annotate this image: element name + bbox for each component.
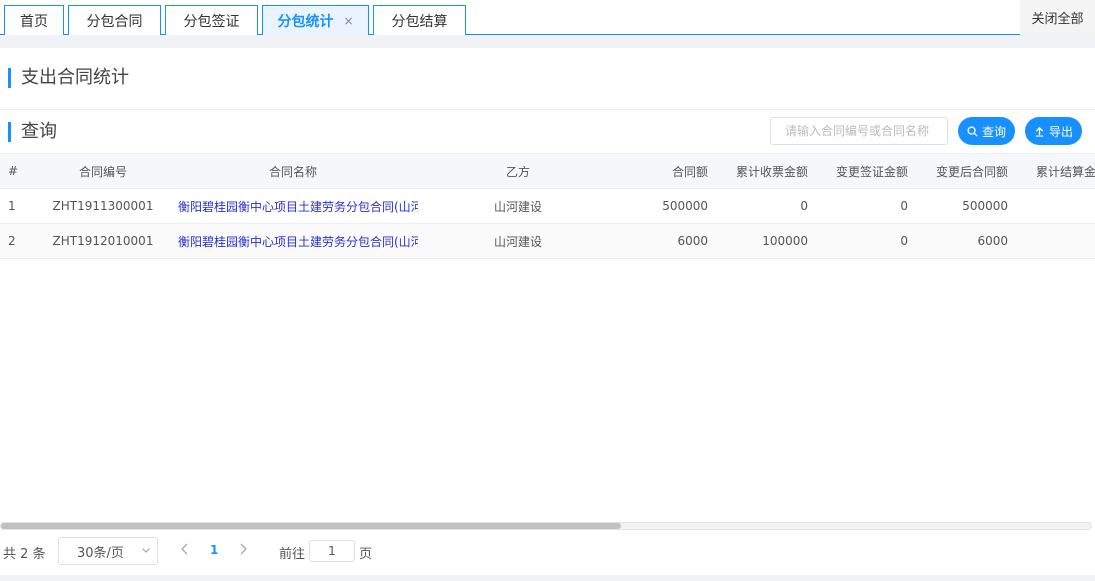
upload-icon <box>1035 126 1044 137</box>
party-b: 山河建设 <box>493 199 542 214</box>
after-change-amount: 6000 <box>977 234 1008 248</box>
tab-subcontract[interactable]: 分包合同 <box>68 5 161 35</box>
contract-amount: 500000 <box>662 199 708 213</box>
contract-name-link[interactable]: 衡阳碧桂园衡中心项目土建劳务分包合同(山河 <box>178 189 418 223</box>
contract-code: ZHT1911300001 <box>52 199 154 213</box>
goto-page-input[interactable] <box>309 540 355 562</box>
scrollbar-thumb[interactable] <box>1 523 621 529</box>
divider <box>0 109 1095 110</box>
chevron-down-icon <box>141 544 151 558</box>
horizontal-scrollbar[interactable] <box>0 522 1092 530</box>
goto-suffix: 页 <box>359 547 373 562</box>
table-row[interactable]: 2 ZHT1912010001 衡阳碧桂园衡中心项目土建劳务分包合同(山河 山河… <box>0 224 1095 259</box>
column-header: 累计收票金额 <box>735 164 808 179</box>
data-table: # 合同编号 合同名称 乙方 合同额 累计收票金额 变更签证金额 变更后合同额 … <box>0 153 1095 259</box>
column-header: 累计结算金 <box>1036 164 1095 179</box>
column-header: 变更后合同额 <box>935 164 1008 179</box>
invoiced-amount: 0 <box>800 199 808 213</box>
page-size-value: 30条/页 <box>77 545 124 561</box>
change-amount: 0 <box>900 234 908 248</box>
tab-home[interactable]: 首页 <box>4 5 64 35</box>
party-b: 山河建设 <box>493 234 542 249</box>
goto-label: 前往 <box>279 547 306 562</box>
total-count: 共 2 条 <box>3 547 46 562</box>
next-page-icon[interactable] <box>238 542 248 560</box>
page-title: 支出合同统计 <box>8 68 129 88</box>
export-button-label: 导出 <box>1048 124 1073 139</box>
main-panel: 支出合同统计 查询 查询 导出 # 合同编号 合同名称 乙方 合同额 累计收票金… <box>0 48 1095 575</box>
table-header: # 合同编号 合同名称 乙方 合同额 累计收票金额 变更签证金额 变更后合同额 … <box>0 153 1095 189</box>
query-title: 查询 <box>8 122 57 142</box>
row-index: 1 <box>8 199 16 213</box>
search-input[interactable] <box>770 117 948 145</box>
tab-label: 分包签证 <box>183 13 240 30</box>
search-button[interactable]: 查询 <box>958 117 1015 145</box>
prev-page-icon[interactable] <box>180 542 190 560</box>
close-icon[interactable]: × <box>343 14 353 28</box>
table-row[interactable]: 1 ZHT1911300001 衡阳碧桂园衡中心项目土建劳务分包合同(山河 山河… <box>0 189 1095 224</box>
column-header: 变更签证金额 <box>835 164 908 179</box>
column-header: 合同名称 <box>268 164 317 179</box>
contract-amount: 6000 <box>677 234 708 248</box>
search-button-label: 查询 <box>981 124 1006 139</box>
tab-label: 首页 <box>20 13 48 30</box>
row-index: 2 <box>8 234 16 248</box>
current-page[interactable]: 1 <box>210 543 218 557</box>
column-header: 乙方 <box>505 164 530 179</box>
column-header: 合同编号 <box>78 164 127 179</box>
column-header: # <box>8 164 19 178</box>
change-amount: 0 <box>900 199 908 213</box>
tab-label: 分包合同 <box>86 13 143 30</box>
pagination: 共 2 条 30条/页 1 前往 页 <box>0 536 1095 568</box>
page-size-select[interactable]: 30条/页 <box>58 537 158 565</box>
search-icon <box>967 125 978 137</box>
contract-name-link[interactable]: 衡阳碧桂园衡中心项目土建劳务分包合同(山河 <box>178 224 418 258</box>
after-change-amount: 500000 <box>962 199 1008 213</box>
tab-subcontract-stats[interactable]: 分包统计 × <box>262 5 369 35</box>
column-header: 合同额 <box>671 164 708 179</box>
tab-subcontract-visa[interactable]: 分包签证 <box>165 5 258 35</box>
invoiced-amount: 100000 <box>762 234 808 248</box>
contract-code: ZHT1912010001 <box>52 234 154 248</box>
tab-label: 分包结算 <box>391 13 448 30</box>
tab-label: 分包统计 <box>277 13 334 30</box>
tab-subcontract-settlement[interactable]: 分包结算 <box>373 5 466 35</box>
export-button[interactable]: 导出 <box>1025 117 1082 145</box>
tabs-bar: 首页 分包合同 分包签证 分包统计 × 分包结算 关闭全部 <box>0 0 1095 35</box>
close-all-button[interactable]: 关闭全部 <box>1020 0 1095 35</box>
